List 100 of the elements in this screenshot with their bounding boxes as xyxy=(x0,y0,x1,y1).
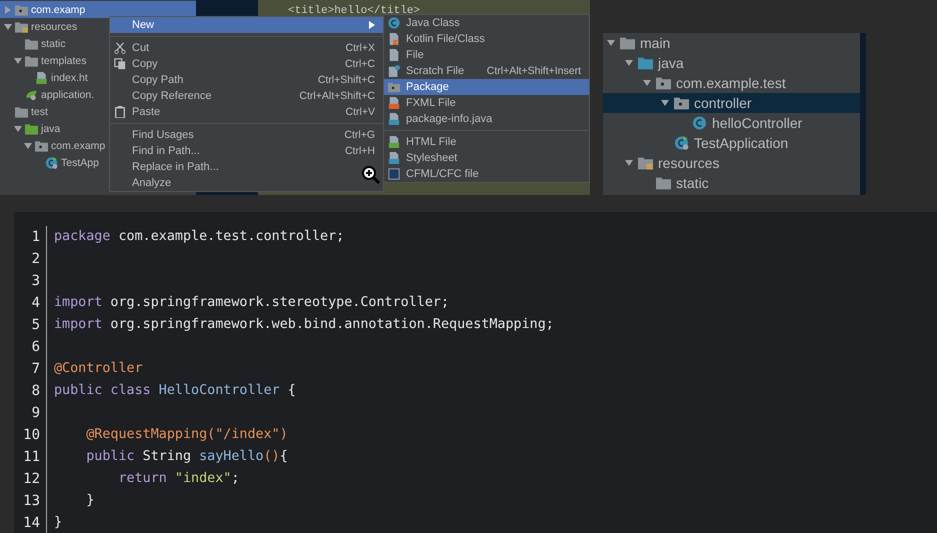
code-line: return "index"; xyxy=(117,470,240,488)
menu-item[interactable]: Java Class xyxy=(384,15,589,31)
class-icon xyxy=(692,116,707,130)
test-folder-icon xyxy=(25,122,38,134)
line-number: 5 xyxy=(14,314,47,336)
line-number: 12 xyxy=(14,468,47,490)
scratch-file-icon xyxy=(388,65,400,77)
zoom-cursor-icon xyxy=(361,165,381,185)
line-number: 14 xyxy=(14,512,47,533)
code-line: import org.springframework.stereotype.Controller; xyxy=(53,294,450,312)
line-number: 11 xyxy=(14,446,47,468)
package-folder-icon xyxy=(388,81,400,93)
menu-item[interactable]: Replace in Path... xyxy=(110,159,383,175)
shortcut-label: Ctrl+Alt+Shift+Insert xyxy=(486,65,581,77)
file-icon xyxy=(388,49,400,61)
line-number: 13 xyxy=(14,490,47,512)
package-folder-icon xyxy=(35,140,48,152)
code-line: @Controller xyxy=(53,360,144,378)
menu-item[interactable]: Cut Ctrl+X xyxy=(110,40,383,56)
menu-item[interactable]: File xyxy=(384,47,589,63)
collapse-arrow-icon[interactable] xyxy=(24,142,32,150)
folder-icon xyxy=(25,54,38,66)
line-number: 7 xyxy=(14,358,47,380)
java-file-icon xyxy=(388,113,400,125)
collapse-arrow-icon[interactable] xyxy=(14,56,22,64)
shortcut-label: Ctrl+Shift+C xyxy=(318,74,375,86)
scissors-icon xyxy=(114,42,126,54)
tree-item[interactable]: com.examp xyxy=(0,1,196,18)
menu-item[interactable]: Copy Path Ctrl+Shift+C xyxy=(110,72,383,88)
cfml-file-icon xyxy=(388,168,400,180)
code-line: @RequestMapping("/index") xyxy=(85,426,289,444)
menu-item[interactable]: CFML/CFC file xyxy=(384,166,589,182)
collapse-arrow-icon[interactable] xyxy=(661,99,669,107)
shortcut-label: Ctrl+C xyxy=(344,58,375,70)
line-number: 6 xyxy=(14,336,47,358)
tree-item[interactable]: controller xyxy=(603,93,860,113)
source-folder-icon xyxy=(638,56,653,70)
tree-item[interactable]: java xyxy=(603,53,860,73)
menu-item[interactable]: Analyze xyxy=(110,175,383,191)
line-number: 1 xyxy=(14,226,47,248)
menu-item[interactable]: Copy Ctrl+C xyxy=(110,56,383,72)
menu-item[interactable]: Stylesheet xyxy=(384,150,589,166)
code-line: import org.springframework.web.bind.annotation.RequestMapping; xyxy=(53,316,555,334)
collapse-arrow-icon[interactable] xyxy=(4,22,12,30)
shortcut-label: Ctrl+X xyxy=(346,42,375,54)
config-file-icon xyxy=(25,88,38,100)
menu-item[interactable]: Copy Reference Ctrl+Alt+Shift+C xyxy=(110,88,383,104)
shortcut-label: Ctrl+Alt+Shift+C xyxy=(299,90,375,102)
collapse-arrow-icon[interactable] xyxy=(625,59,633,67)
folder-icon xyxy=(15,106,28,118)
line-number: 10 xyxy=(14,424,47,446)
tree-item[interactable]: main xyxy=(603,33,860,53)
tree-item[interactable]: resources xyxy=(603,153,860,173)
code-line: } xyxy=(53,514,64,532)
folder-icon xyxy=(25,38,38,50)
collapse-arrow-icon[interactable] xyxy=(643,79,651,87)
resources-folder-icon xyxy=(638,156,653,170)
line-number: 8 xyxy=(14,380,47,402)
tree-item[interactable]: TestApplication xyxy=(603,133,860,153)
package-folder-icon xyxy=(674,96,689,110)
line-number: 3 xyxy=(14,270,47,292)
class-icon xyxy=(388,17,400,29)
fxml-file-icon xyxy=(388,97,400,109)
collapse-arrow-icon[interactable] xyxy=(14,124,22,132)
html-file-icon xyxy=(35,72,48,84)
tree-item[interactable]: com.example.test xyxy=(603,73,860,93)
application-class-icon xyxy=(45,156,58,168)
shortcut-label: Ctrl+V xyxy=(346,106,375,118)
code-line: } xyxy=(85,492,96,510)
tree-item[interactable]: static xyxy=(603,173,860,193)
menu-item[interactable]: Paste Ctrl+V xyxy=(110,104,383,120)
html-file-icon xyxy=(388,136,400,148)
menu-item[interactable]: New xyxy=(110,17,383,33)
line-number: 4 xyxy=(14,292,47,314)
line-number: 9 xyxy=(14,402,47,424)
menu-item[interactable]: Scratch File Ctrl+Alt+Shift+Insert xyxy=(384,63,589,79)
folder-icon xyxy=(656,176,671,190)
shortcut-label: Ctrl+H xyxy=(344,145,375,157)
menu-item[interactable]: FXML File xyxy=(384,95,589,111)
menu-item[interactable]: Kotlin File/Class xyxy=(384,31,589,47)
submenu-arrow-icon xyxy=(369,21,375,29)
application-class-icon xyxy=(674,136,689,150)
editor-text: <title>hello</title> xyxy=(288,5,420,17)
shortcut-label: Ctrl+G xyxy=(344,129,375,141)
tree-item[interactable]: helloController xyxy=(603,113,860,133)
kotlin-file-icon xyxy=(388,33,400,45)
code-line: public String sayHello(){ xyxy=(85,448,289,466)
menu-item[interactable]: Package xyxy=(384,79,589,95)
menu-item[interactable]: Find Usages Ctrl+G xyxy=(110,127,383,143)
code-line: package com.example.test.controller; xyxy=(53,228,346,246)
collapse-arrow-icon[interactable] xyxy=(607,39,615,47)
menu-item[interactable]: HTML File xyxy=(384,134,589,150)
package-folder-icon xyxy=(15,4,28,16)
clipboard-icon xyxy=(114,106,126,118)
menu-item[interactable]: package-info.java xyxy=(384,111,589,127)
folder-icon xyxy=(620,36,635,50)
copy-icon xyxy=(114,58,126,70)
menu-item[interactable]: Find in Path... Ctrl+H xyxy=(110,143,383,159)
resources-folder-icon xyxy=(15,20,28,32)
collapse-arrow-icon[interactable] xyxy=(625,159,633,167)
